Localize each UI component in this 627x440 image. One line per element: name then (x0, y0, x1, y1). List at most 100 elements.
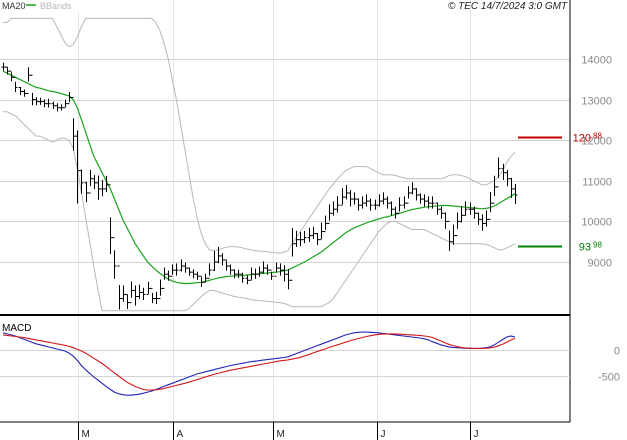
price-bar (323, 215, 328, 233)
price-bar (364, 194, 369, 207)
price-bar (117, 265, 122, 310)
price-bar (55, 103, 60, 112)
price-bar (236, 269, 241, 278)
month-label: M (277, 429, 285, 440)
price-bar (311, 226, 316, 240)
price-bar (133, 285, 138, 306)
price-bar (368, 198, 373, 211)
price-bar (331, 201, 336, 216)
price-bar (315, 232, 320, 246)
price-bar (319, 222, 324, 241)
price-bar (335, 196, 340, 213)
price-bar (397, 197, 402, 214)
ma20-path (2, 70, 516, 285)
price-bar (212, 250, 217, 272)
price-bar (422, 194, 427, 207)
price-bar (195, 271, 200, 280)
level-label-superscript: 98 (593, 241, 602, 250)
price-bar (360, 196, 365, 209)
price-bar (240, 272, 245, 283)
price-bar (439, 206, 444, 219)
price-bar (207, 263, 212, 279)
price-bar (38, 97, 43, 105)
legend-bbands: BBands (40, 1, 72, 11)
macd-gridlines (0, 350, 570, 377)
macd-title: MACD (2, 323, 31, 334)
month-label: J (474, 429, 479, 440)
price-bar (146, 281, 151, 295)
level-label: 120 (573, 133, 591, 145)
level-label: 93 (579, 242, 591, 254)
price-bar (463, 201, 468, 216)
price-tick-label: 13000 (581, 96, 612, 108)
month-axis: MAMJJ (78, 0, 479, 440)
price-bar (476, 212, 481, 225)
price-bar (220, 253, 225, 266)
price-bar (224, 259, 229, 271)
price-tick-label: 9000 (588, 258, 612, 270)
price-gridlines (0, 59, 570, 263)
price-bar (278, 263, 283, 276)
price-bar (381, 192, 386, 205)
price-bar (496, 157, 501, 188)
price-axis-labels: 90001000011000120001300014000 (581, 55, 612, 270)
signal-line (2, 333, 516, 391)
price-bar (352, 192, 357, 205)
price-bar (112, 237, 117, 279)
price-bar (84, 181, 89, 203)
price-bar (327, 204, 332, 224)
price-bar (302, 230, 307, 244)
price-bar (488, 191, 493, 220)
price-bar (344, 185, 349, 200)
legend-ma20: MA20 (2, 1, 26, 11)
price-bar (166, 270, 171, 281)
price-bar (447, 220, 452, 251)
price-bar (13, 76, 18, 92)
price-bar (67, 91, 72, 105)
price-bar (356, 198, 361, 211)
price-bar (179, 259, 184, 272)
price-bar (92, 175, 97, 190)
price-bar (26, 67, 31, 95)
price-bar (410, 182, 415, 195)
price-bar (290, 228, 295, 281)
price-bar (257, 266, 262, 277)
price-bar (389, 201, 394, 216)
price-bar (385, 196, 390, 209)
price-bar (96, 175, 101, 200)
price-bar (274, 262, 279, 277)
price-bar (435, 202, 440, 215)
macd-lines (2, 331, 516, 396)
price-bar (443, 212, 448, 229)
price-bar (418, 193, 423, 204)
price-bar (150, 287, 155, 304)
price-bar (348, 190, 353, 207)
price-bar (484, 210, 489, 227)
price-bar (307, 227, 312, 243)
price-bar (228, 264, 233, 275)
copyright-text: © TEC 14/7/2024 3:0 GMT (448, 1, 568, 12)
price-bar (34, 97, 39, 106)
price-bar (393, 206, 398, 219)
price-bar (414, 188, 419, 201)
price-tick-label: 10000 (581, 217, 612, 229)
price-bar (269, 269, 274, 280)
price-bar (125, 293, 130, 309)
level-label-superscript: 88 (593, 132, 602, 141)
price-bar (1, 62, 6, 71)
price-bar (59, 104, 64, 111)
price-bar (480, 214, 485, 231)
price-bar (174, 263, 179, 276)
price-bar (154, 291, 159, 305)
price-bar (187, 267, 192, 276)
price-bar (406, 186, 411, 204)
price-tick-label: 11000 (582, 177, 612, 189)
price-tick-label: 14000 (581, 55, 612, 67)
price-bar (373, 199, 378, 210)
price-bar (141, 287, 146, 300)
price-bar (18, 86, 23, 96)
price-bar (71, 97, 76, 151)
price-bar (451, 224, 456, 245)
price-bar (129, 281, 134, 304)
price-bar (158, 279, 163, 300)
